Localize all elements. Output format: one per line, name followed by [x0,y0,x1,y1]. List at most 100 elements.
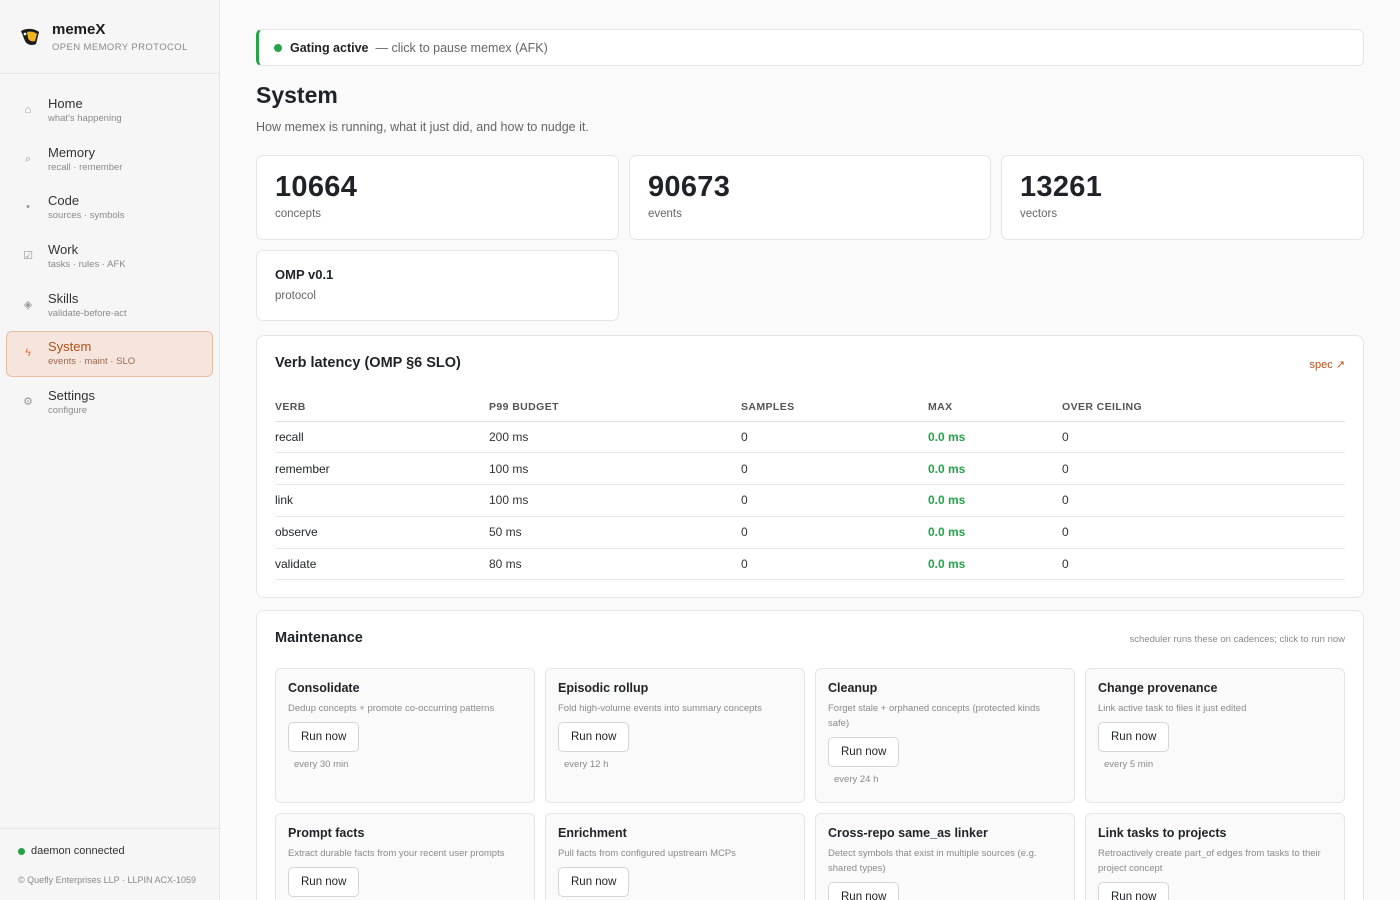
run-now-button[interactable]: Run now [558,722,630,752]
job-description: Pull facts from configured upstream MCPs [558,848,736,859]
max-cell: 0.0 ms [928,516,1062,549]
copyright: © Quefly Enterprises LLP · LLPIN ACX-105… [18,875,197,885]
run-now-button[interactable]: Run now [828,882,900,900]
sidebar-item-code[interactable]: • Code sources · symbols [6,185,213,231]
budget-cell: 100 ms [489,484,741,517]
maintenance-title: Maintenance [275,630,363,646]
gating-hint: — click to pause memex (AFK) [375,40,548,55]
table-row: observe 50 ms 0 0.0 ms 0 [275,516,1345,549]
stat-value: 10664 [275,171,358,203]
job-description: Fold high-volume events into summary con… [558,703,762,714]
job-cadence: every 24 h [834,774,879,785]
sidebar-item-sub: tasks · rules · AFK [48,259,126,271]
job-card-cross-repo-linker: Cross-repo same_as linker Detect symbols… [815,813,1075,900]
job-description: Dedup concepts + promote co-occurring pa… [288,703,495,714]
latency-title: Verb latency (OMP §6 SLO) [275,355,461,371]
column-header: P99 BUDGET [489,393,741,422]
column-header: MAX [928,393,1062,422]
dot-icon: • [26,201,30,214]
job-cadence: every 12 h [564,759,609,770]
sidebar-item-sub: sources · symbols [48,210,125,222]
run-now-button[interactable]: Run now [1098,722,1170,752]
run-now-button[interactable]: Run now [828,737,900,767]
sidebar-item-memory[interactable]: ⌕ Memory recall · remember [6,137,213,183]
run-now-button[interactable]: Run now [558,867,630,897]
budget-cell: 50 ms [489,516,741,549]
sidebar-item-label: Code [48,193,80,209]
samples-cell: 0 [741,421,928,454]
stat-card-vectors: 13261 vectors [1001,155,1364,240]
stat-value: 90673 [648,171,731,203]
page-title: System [256,82,338,108]
stat-label: events [648,208,682,220]
samples-cell: 0 [741,452,928,486]
verb-cell: recall [275,421,489,454]
job-cadence: every 30 min [294,759,349,770]
column-header: SAMPLES [741,393,928,422]
sidebar-item-label: Skills [48,290,79,306]
gear-icon: ⚙ [23,396,33,409]
over-ceiling-cell: 0 [1062,516,1345,549]
stat-label: vectors [1020,208,1058,220]
over-ceiling-cell: 0 [1062,421,1345,454]
max-cell: 0.0 ms [928,484,1062,517]
sidebar-item-system[interactable]: ϟ System events · maint · SLO [6,331,213,378]
max-cell: 0.0 ms [928,421,1062,454]
samples-cell: 0 [741,516,928,549]
gating-title: Gating active [290,40,369,55]
diamond-icon: ◈ [23,298,33,311]
over-ceiling-cell: 0 [1062,452,1345,486]
page-subtitle: How memex is running, what it just did, … [256,120,589,134]
job-title: Enrichment [558,826,627,840]
table-row: recall 200 ms 0 0.0 ms 0 [275,421,1345,454]
sidebar-item-label: Home [48,96,83,111]
sidebar-item-sub: what's happening [48,113,122,124]
job-title: Cross-repo same_as linker [828,826,988,840]
spec-link[interactable]: spec ↗ [1309,358,1345,371]
job-title: Change provenance [1098,681,1218,695]
gating-banner[interactable]: Gating active — click to pause memex (AF… [256,29,1364,66]
stat-label: concepts [275,208,322,220]
budget-cell: 100 ms [489,452,741,486]
run-now-button[interactable]: Run now [288,867,360,897]
sidebar-item-settings[interactable]: ⚙ Settings configure [6,380,213,426]
verb-cell: remember [275,452,489,486]
over-ceiling-cell: 0 [1062,548,1345,581]
samples-cell: 0 [741,548,928,581]
table-row: remember 100 ms 0 0.0 ms 0 [275,452,1345,486]
sidebar-footer: daemon connected © Quefly Enterprises LL… [0,828,219,900]
protocol-version: OMP v0.1 [275,267,334,282]
job-cadence: every 5 min [1104,759,1154,770]
job-title: Episodic rollup [558,681,649,695]
sidebar-item-label: Memory [48,144,95,160]
job-card-change-provenance: Change provenance Link active task to fi… [1085,668,1345,803]
brand[interactable]: memeX OPEN MEMORY PROTOCOL [0,0,219,74]
sidebar-item-label: Settings [48,388,95,404]
max-cell: 0.0 ms [928,452,1062,486]
job-description: Extract durable facts from your recent u… [288,848,505,859]
bird-logo-icon [21,28,39,45]
search-icon: ⌕ [24,152,32,165]
column-header: OVER CEILING [1062,393,1345,422]
maintenance-card: Maintenance scheduler runs these on cade… [256,610,1364,900]
sidebar-item-home[interactable]: ⌂ Home what's happening [6,88,213,134]
job-card-link-tasks-to-projects: Link tasks to projects Retroactively cre… [1085,813,1345,900]
over-ceiling-cell: 0 [1062,484,1345,517]
verb-cell: observe [275,516,489,549]
brand-subtitle: OPEN MEMORY PROTOCOL [52,41,188,53]
job-card-cleanup: Cleanup Forget stale + orphaned concepts… [815,668,1075,803]
sidebar-item-work[interactable]: ☑ Work tasks · rules · AFK [6,234,213,280]
run-now-button[interactable]: Run now [1098,882,1170,900]
run-now-button[interactable]: Run now [288,722,360,752]
stat-card-protocol: OMP v0.1 protocol [256,250,619,321]
verb-cell: validate [275,548,489,581]
job-card-prompt-facts: Prompt facts Extract durable facts from … [275,813,535,900]
job-title: Link tasks to projects [1098,826,1227,840]
column-header: VERB [275,393,489,422]
sidebar-item-skills[interactable]: ◈ Skills validate-before-act [6,283,213,329]
latency-card: Verb latency (OMP §6 SLO) spec ↗ VERB P9… [256,335,1364,598]
table-header-row: VERB P99 BUDGET SAMPLES MAX OVER CEILING [275,393,1345,422]
sidebar-nav: ⌂ Home what's happening ⌕ Memory recall … [0,74,219,426]
sidebar-item-sub: events · maint · SLO [48,356,136,368]
job-description: Retroactively create part_of edges from … [1098,848,1321,874]
